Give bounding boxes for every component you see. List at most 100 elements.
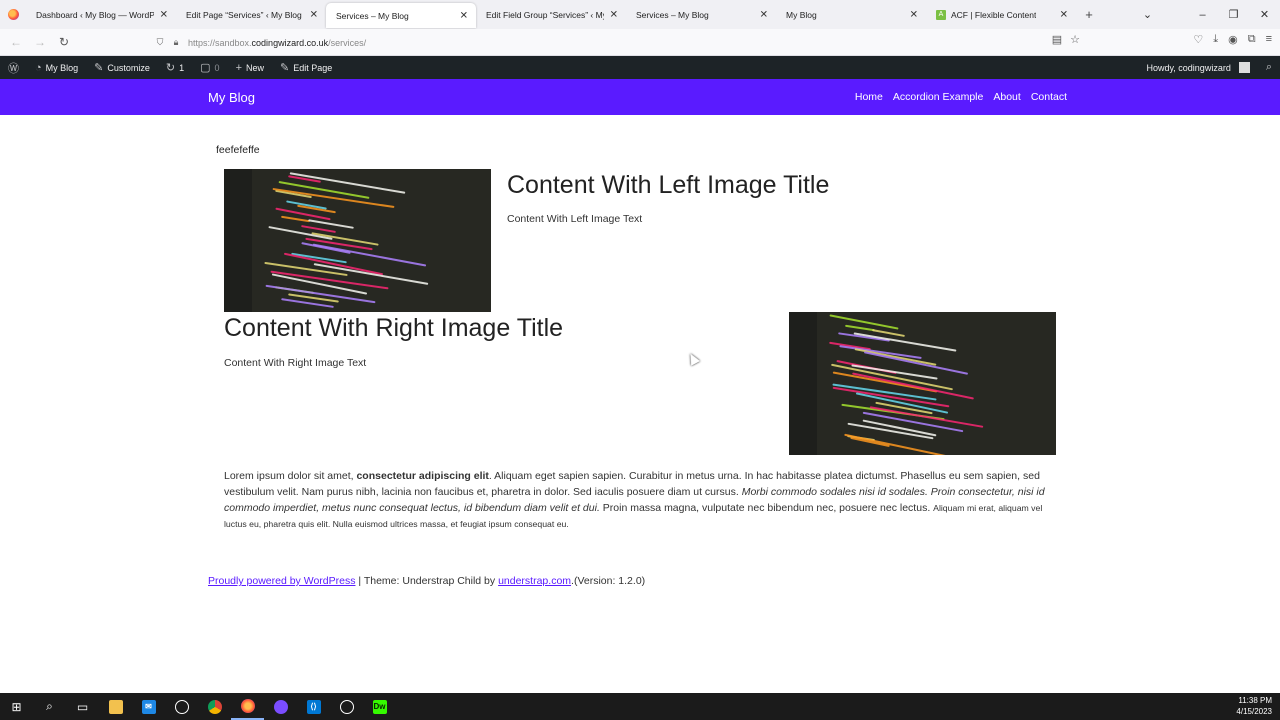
mail-icon[interactable]: ✉ bbox=[132, 693, 165, 720]
updates-count: 1 bbox=[179, 62, 185, 73]
comments-button[interactable]: ▢ 0 bbox=[192, 56, 227, 79]
browser-tab-strip: Dashboard ‹ My Blog — WordPress ✕ Edit Pa… bbox=[0, 0, 1280, 29]
pocket-icon[interactable]: ♡ bbox=[1193, 33, 1203, 46]
edit-page-button[interactable]: ✎ Edit Page bbox=[272, 56, 340, 79]
site-navigation: Home Accordion Example About Contact bbox=[855, 91, 1067, 103]
dashboard-icon: ◔ bbox=[35, 61, 42, 74]
pencil-icon: ✎ bbox=[280, 62, 290, 74]
url-path: /services/ bbox=[328, 37, 367, 48]
site-name-label: My Blog bbox=[45, 62, 79, 73]
plus-icon: + bbox=[235, 61, 242, 74]
dell-icon[interactable] bbox=[165, 693, 198, 720]
lock-icon[interactable]: 🔒︎ bbox=[168, 37, 184, 48]
tab-list-icon[interactable]: ⌄ bbox=[1132, 8, 1163, 21]
wordpress-link[interactable]: Proudly powered by WordPress bbox=[208, 575, 355, 587]
intro-text: feefefeffe bbox=[216, 144, 260, 156]
url-prefix: https://sandbox. bbox=[188, 37, 252, 48]
close-icon[interactable]: ✕ bbox=[460, 10, 468, 21]
system-clock[interactable]: 11:38 PM 4/15/2023 bbox=[1236, 695, 1272, 717]
dreamweaver-icon[interactable]: Dw bbox=[363, 693, 396, 720]
search-icon[interactable]: ⌕ bbox=[33, 693, 66, 720]
footer-version: .(Version: 1.2.0) bbox=[571, 575, 646, 587]
close-icon[interactable]: ✕ bbox=[310, 9, 318, 20]
site-brand-link[interactable]: My Blog bbox=[208, 90, 255, 105]
lorem-text: Proin massa magna, vulputate nec bibendu… bbox=[599, 502, 934, 514]
forward-icon[interactable]: → bbox=[28, 35, 52, 49]
lorem-bold: consectetur adipiscing elit bbox=[356, 470, 489, 482]
close-icon[interactable]: ✕ bbox=[1060, 9, 1068, 20]
updates-button[interactable]: ↻ 1 bbox=[158, 56, 192, 79]
vscode-icon[interactable]: ⟨⟩ bbox=[297, 693, 330, 720]
file-explorer-icon[interactable] bbox=[99, 693, 132, 720]
left-block-text: Content With Left Image Text bbox=[507, 213, 643, 225]
wordpress-logo-button[interactable]: Ⓦ bbox=[0, 56, 27, 79]
nav-contact[interactable]: Contact bbox=[1031, 91, 1067, 103]
lorem-text: Lorem ipsum dolor sit amet, bbox=[224, 470, 357, 482]
tab-label: My Blog bbox=[786, 9, 817, 20]
close-icon[interactable]: ✕ bbox=[160, 9, 168, 20]
tab-edit-page[interactable]: Edit Page “Services” ‹ My Blog — W ✕ bbox=[176, 0, 326, 29]
close-icon[interactable]: ✕ bbox=[910, 9, 918, 20]
site-footer: Proudly powered by WordPress | Theme: Un… bbox=[208, 575, 645, 587]
updates-icon: ↻ bbox=[165, 62, 176, 74]
windows-start-icon[interactable]: ⊞ bbox=[0, 693, 33, 720]
tab-services[interactable]: Services – My Blog ✕ bbox=[626, 0, 776, 29]
tab-my-blog[interactable]: My Blog ✕ bbox=[776, 0, 926, 29]
tab-acf[interactable]: A ACF | Flexible Content ✕ bbox=[926, 0, 1076, 29]
download-icon[interactable]: ⤓ bbox=[1213, 33, 1218, 46]
app-icon[interactable] bbox=[264, 693, 297, 720]
tab-label: Edit Page “Services” ‹ My Blog — W bbox=[186, 9, 304, 20]
toolbar-icons: ♡ ⤓ ◉ ⧉ ≡ bbox=[1193, 33, 1272, 46]
nav-home[interactable]: Home bbox=[855, 91, 883, 103]
new-content-button[interactable]: + New bbox=[228, 56, 272, 79]
left-block-title: Content With Left Image Title bbox=[507, 171, 830, 199]
new-tab-icon[interactable]: + bbox=[1076, 7, 1102, 22]
tab-label: ACF | Flexible Content bbox=[951, 9, 1037, 20]
footer-theme-text: | Theme: Understrap Child by bbox=[355, 575, 499, 587]
new-label: New bbox=[246, 62, 265, 73]
edit-page-label: Edit Page bbox=[293, 62, 333, 73]
account-icon[interactable]: ◉ bbox=[1228, 33, 1238, 46]
site-name-button[interactable]: ◔ My Blog bbox=[27, 56, 86, 79]
task-view-icon[interactable]: ▭ bbox=[66, 693, 99, 720]
nav-about[interactable]: About bbox=[993, 91, 1020, 103]
firefox-icon bbox=[0, 0, 26, 29]
admin-search-button[interactable]: ⌕ bbox=[1258, 56, 1280, 79]
reader-view-icon[interactable]: ▤ bbox=[1052, 33, 1062, 46]
close-icon[interactable]: ✕ bbox=[610, 9, 618, 20]
firefox-taskbar-icon[interactable] bbox=[231, 693, 264, 720]
comment-icon: ▢ bbox=[200, 62, 211, 74]
right-block-text: Content With Right Image Text bbox=[224, 357, 367, 369]
back-icon[interactable]: ← bbox=[4, 35, 28, 49]
restore-icon[interactable]: ❐ bbox=[1218, 8, 1249, 21]
tab-label: Dashboard ‹ My Blog — WordPress bbox=[36, 9, 154, 20]
window-controls: ⌄ – ❐ ✕ bbox=[1132, 0, 1280, 29]
reload-icon[interactable]: ↻ bbox=[52, 35, 76, 49]
tab-dashboard[interactable]: Dashboard ‹ My Blog — WordPress ✕ bbox=[26, 0, 176, 29]
bookmark-star-icon[interactable]: ☆ bbox=[1070, 33, 1080, 46]
close-icon[interactable]: ✕ bbox=[760, 9, 768, 20]
tab-edit-field-group[interactable]: Edit Field Group “Services” ‹ My Blo ✕ bbox=[476, 0, 626, 29]
nav-accordion-example[interactable]: Accordion Example bbox=[893, 91, 983, 103]
url-actions: ▤ ☆ bbox=[1052, 33, 1080, 46]
comments-count: 0 bbox=[214, 62, 220, 73]
close-window-icon[interactable]: ✕ bbox=[1249, 8, 1280, 21]
url-bar[interactable]: ⛉ 🔒︎ https://sandbox. codingwizard.co.uk /… bbox=[152, 33, 1080, 52]
windows-taskbar: ⊞ ⌕ ▭ ✉ ⟨⟩ Dw 11:38 PM 4/15/2023 bbox=[0, 693, 1280, 720]
minimize-icon[interactable]: – bbox=[1187, 9, 1218, 21]
extensions-icon[interactable]: ⧉ bbox=[1248, 33, 1256, 46]
clock-time: 11:38 PM bbox=[1238, 696, 1272, 705]
site-header: My Blog Home Accordion Example About Con… bbox=[0, 79, 1280, 115]
github-icon[interactable] bbox=[330, 693, 363, 720]
url-host: codingwizard.co.uk bbox=[251, 37, 329, 48]
menu-icon[interactable]: ≡ bbox=[1266, 33, 1272, 46]
customize-button[interactable]: ✎ Customize bbox=[86, 56, 158, 79]
chrome-icon[interactable] bbox=[198, 693, 231, 720]
my-account-button[interactable]: Howdy, codingwizard bbox=[1138, 56, 1257, 79]
tab-label: Services – My Blog bbox=[636, 9, 709, 20]
tab-services-active[interactable]: Services – My Blog ✕ bbox=[326, 3, 476, 28]
admin-bar-right: Howdy, codingwizard ⌕ bbox=[1138, 56, 1280, 79]
brush-icon: ✎ bbox=[94, 62, 104, 74]
shield-icon[interactable]: ⛉ bbox=[152, 37, 168, 48]
understrap-link[interactable]: understrap.com bbox=[498, 575, 571, 587]
